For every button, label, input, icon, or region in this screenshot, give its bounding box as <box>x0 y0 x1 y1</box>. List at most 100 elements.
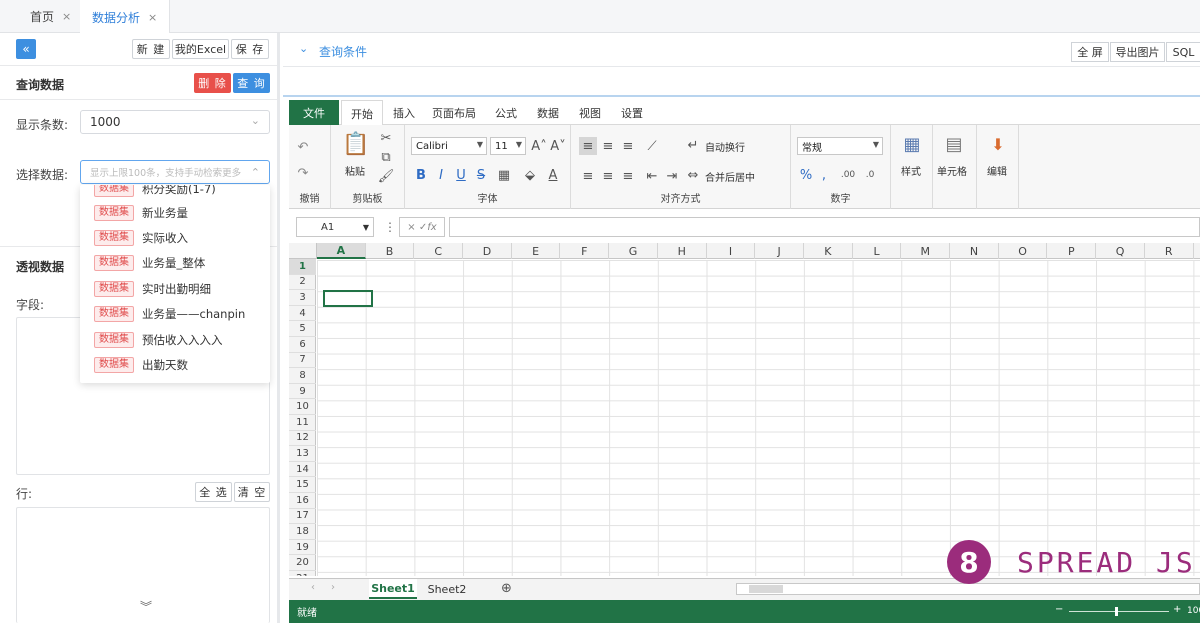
row-header[interactable]: 14 <box>289 462 316 478</box>
query-button[interactable]: 查 询 <box>233 73 270 93</box>
row-header[interactable]: 4 <box>289 306 316 322</box>
tab-formulas[interactable]: 公式 <box>489 100 523 125</box>
copy-icon[interactable]: ⧉ <box>379 150 393 165</box>
row-header[interactable]: 2 <box>289 275 316 291</box>
column-header[interactable]: M <box>901 243 951 259</box>
column-header[interactable]: R <box>1145 243 1194 259</box>
merge-center-button[interactable]: 合并后居中 <box>705 169 755 184</box>
column-header[interactable]: N <box>950 243 999 259</box>
zoom-slider-thumb[interactable] <box>1115 607 1118 616</box>
row-header[interactable]: 3 <box>289 290 316 306</box>
orientation-icon[interactable]: ⟋ <box>641 137 663 155</box>
row-header[interactable]: 17 <box>289 509 316 525</box>
row-header[interactable]: 16 <box>289 493 316 509</box>
list-item[interactable]: 数据集 新业务量 <box>94 204 188 222</box>
number-format-select[interactable]: 常规 ▼ <box>797 137 883 155</box>
font-name-select[interactable]: Calibri ▼ <box>411 137 487 155</box>
tab-insert[interactable]: 插入 <box>387 100 421 125</box>
wrap-text-icon[interactable]: ↵ <box>685 137 701 153</box>
row-header[interactable]: 10 <box>289 399 316 415</box>
scrollbar-thumb[interactable] <box>749 585 783 593</box>
column-header[interactable]: G <box>609 243 658 259</box>
format-painter-icon[interactable]: 🖌 <box>378 169 395 184</box>
scroll-left-icon[interactable]: ‹ <box>311 582 315 593</box>
wrap-text-button[interactable]: 自动换行 <box>705 139 745 154</box>
sheet-tab-sheet2[interactable]: Sheet2 <box>423 579 471 599</box>
column-header[interactable]: B <box>366 243 415 259</box>
tab-data-analysis[interactable]: 数据分析 × <box>80 0 171 34</box>
list-item[interactable]: 数据集 积分奖励(1-7) <box>94 185 216 198</box>
list-item[interactable]: 数据集 预估收入入入入 <box>94 331 223 349</box>
sheet-tab-sheet1[interactable]: Sheet1 <box>369 579 417 599</box>
cut-icon[interactable]: ✂ <box>379 131 393 146</box>
list-item[interactable]: 数据集 实际收入 <box>94 229 188 247</box>
column-header[interactable]: C <box>414 243 464 259</box>
row-header[interactable]: 21 <box>289 571 316 576</box>
list-item[interactable]: 数据集 业务量_整体 <box>94 254 205 272</box>
italic-icon[interactable]: I <box>433 167 449 183</box>
row-header[interactable]: 18 <box>289 524 316 540</box>
column-header[interactable]: F <box>561 243 610 259</box>
my-excel-button[interactable]: 我的Excel <box>172 39 229 59</box>
delete-button[interactable]: 删 除 <box>194 73 231 93</box>
redo-icon[interactable]: ↷ <box>295 165 311 181</box>
column-header[interactable]: D <box>463 243 512 259</box>
decrease-indent-icon[interactable]: ⇤ <box>643 167 661 185</box>
align-center-icon[interactable]: ≡ <box>599 167 617 185</box>
column-header[interactable]: J <box>755 243 804 259</box>
align-top-icon[interactable]: ≡ <box>579 137 597 155</box>
column-header[interactable]: A <box>317 243 366 259</box>
fill-color-icon[interactable]: ⬙ <box>521 167 539 183</box>
column-header[interactable]: E <box>512 243 561 259</box>
horizontal-scrollbar[interactable] <box>736 583 1200 595</box>
select-all-corner[interactable] <box>289 243 317 259</box>
formula-input[interactable] <box>449 217 1200 237</box>
save-button[interactable]: 保 存 <box>231 39 269 59</box>
sql-button[interactable]: SQL <box>1166 42 1200 62</box>
tab-home[interactable]: 开始 <box>341 100 383 126</box>
cells-group[interactable]: ▤ 单元格 <box>933 125 977 209</box>
zoom-in-icon[interactable]: + <box>1173 604 1181 615</box>
cell-area[interactable] <box>317 260 1200 576</box>
row-header[interactable]: 13 <box>289 446 316 462</box>
row-header[interactable]: 15 <box>289 477 316 493</box>
align-left-icon[interactable]: ≡ <box>579 167 597 185</box>
close-icon[interactable]: × <box>148 11 157 24</box>
fullscreen-button[interactable]: 全 屏 <box>1071 42 1109 62</box>
row-header[interactable]: 8 <box>289 368 316 384</box>
tab-data[interactable]: 数据 <box>531 100 565 125</box>
row-header[interactable]: 7 <box>289 353 316 369</box>
row-header[interactable]: 1 <box>289 259 316 275</box>
column-header[interactable]: P <box>1048 243 1097 259</box>
column-header[interactable]: O <box>999 243 1048 259</box>
align-bottom-icon[interactable]: ≡ <box>619 137 637 155</box>
fx-button[interactable]: × ✓ fx <box>399 217 445 237</box>
border-icon[interactable]: ▦ <box>495 167 513 183</box>
spreadsheet-grid[interactable]: A B C D E F G H I J K L M N O P Q R 1 2 … <box>289 243 1200 576</box>
clear-button[interactable]: 清 空 <box>234 482 270 502</box>
column-header[interactable]: H <box>658 243 707 259</box>
tab-file[interactable]: 文件 <box>289 100 339 125</box>
font-size-select[interactable]: 11 ▼ <box>490 137 526 155</box>
select-all-button[interactable]: 全 选 <box>195 482 232 502</box>
zoom-out-icon[interactable]: − <box>1055 604 1063 615</box>
name-box[interactable]: A1 ▼ <box>296 217 374 237</box>
strikethrough-icon[interactable]: S̶ <box>473 167 489 183</box>
font-color-icon[interactable]: A <box>545 167 561 183</box>
align-middle-icon[interactable]: ≡ <box>599 137 617 155</box>
row-header[interactable]: 5 <box>289 321 316 337</box>
tab-view[interactable]: 视图 <box>573 100 607 125</box>
row-header[interactable]: 9 <box>289 384 316 400</box>
increase-font-icon[interactable]: A˄ <box>531 137 547 155</box>
active-cell[interactable] <box>323 290 373 307</box>
new-button[interactable]: 新 建 <box>132 39 170 59</box>
column-header[interactable]: I <box>707 243 756 259</box>
decrease-decimal-icon[interactable]: .0 <box>861 167 879 183</box>
scroll-right-icon[interactable]: › <box>331 582 335 593</box>
comma-icon[interactable]: , <box>817 167 831 183</box>
show-count-select[interactable]: 1000 ⌄ <box>80 110 270 134</box>
add-sheet-icon[interactable]: ⊕ <box>501 581 512 596</box>
tab-page-layout[interactable]: 页面布局 <box>427 100 481 125</box>
list-item[interactable]: 数据集 业务量——chanpin <box>94 305 245 323</box>
zoom-slider[interactable] <box>1069 607 1169 616</box>
